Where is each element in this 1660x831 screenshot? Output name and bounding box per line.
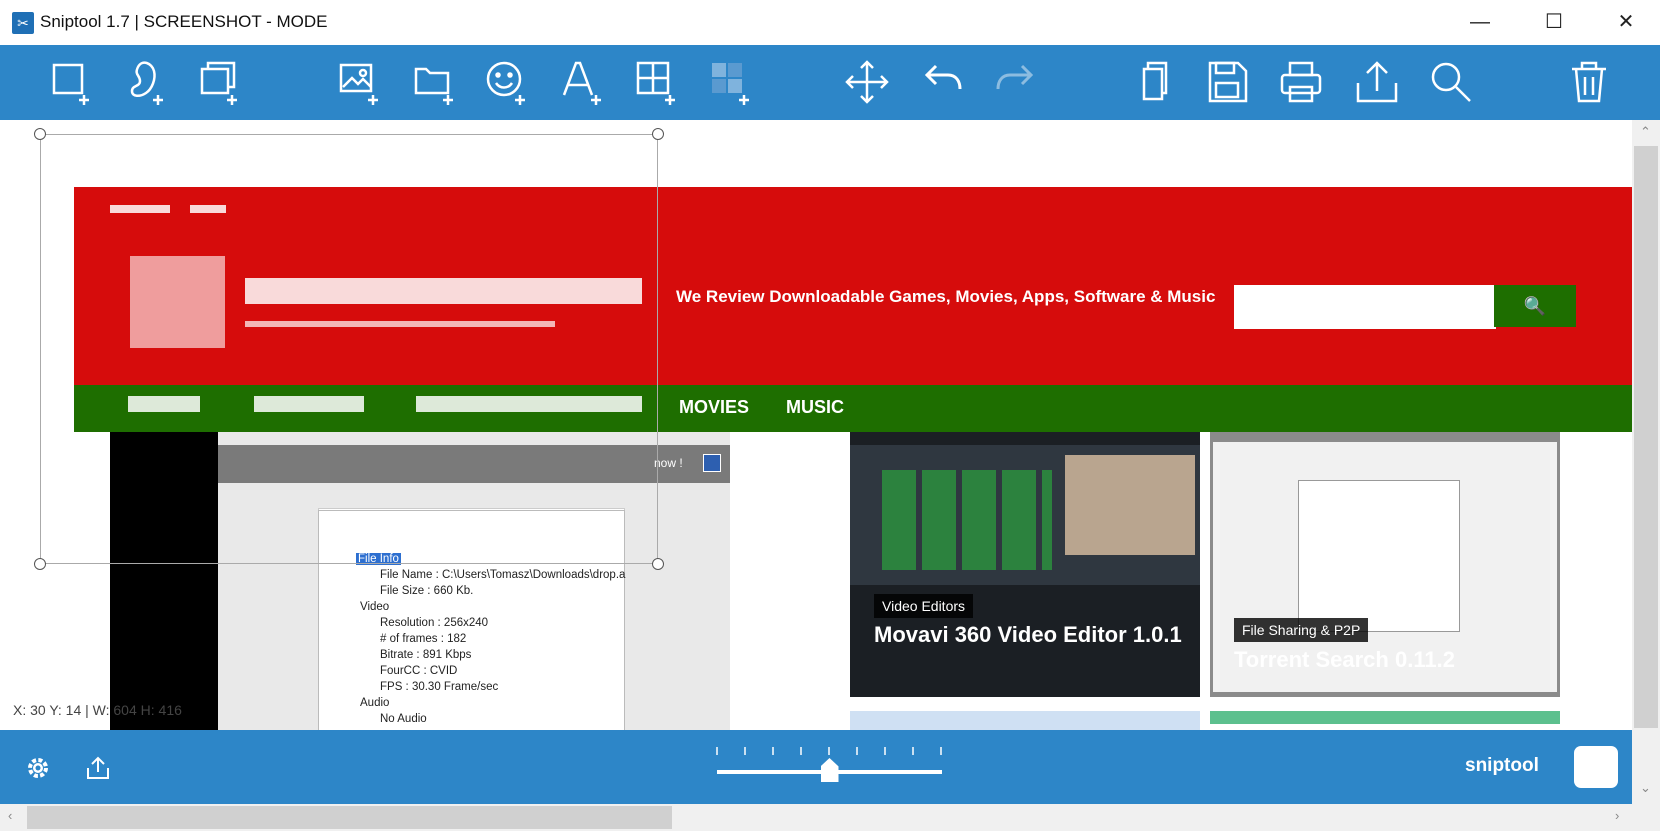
partial-card (1210, 711, 1560, 724)
tree-leaf: Bitrate : 891 Kbps (380, 649, 472, 661)
scroll-up-arrow[interactable]: ⌃ (1640, 124, 1651, 140)
zoom-icon[interactable] (1426, 57, 1476, 107)
resize-handle-bottom-left[interactable] (34, 558, 46, 570)
tree-leaf: File Size : 660 Kb. (380, 585, 474, 597)
category-badge[interactable]: Video Editors (874, 594, 974, 618)
card-thumbnail-video (1065, 455, 1195, 555)
scroll-down-arrow[interactable]: ⌄ (1640, 780, 1651, 796)
vertical-scroll-thumb[interactable] (1634, 146, 1658, 728)
maximize-button[interactable]: ☐ (1524, 0, 1584, 45)
print-icon[interactable] (1276, 57, 1326, 107)
emoji-icon[interactable] (484, 57, 534, 107)
move-icon[interactable] (842, 57, 892, 107)
minimize-button[interactable]: — (1450, 0, 1510, 45)
brand-logo: sniptool (1465, 755, 1539, 776)
copy-icon[interactable] (1128, 57, 1178, 107)
grid-icon[interactable] (632, 57, 682, 107)
resize-handle-top-right[interactable] (652, 128, 664, 140)
tree-leaf: # of frames : 182 (380, 633, 467, 645)
blur-icon[interactable] (706, 57, 756, 107)
add-folder-icon[interactable] (410, 57, 460, 107)
scroll-right-arrow[interactable]: › (1615, 808, 1619, 823)
site-search-input[interactable] (1234, 285, 1496, 329)
category-badge[interactable]: File Sharing & P2P (1234, 618, 1369, 642)
share-icon[interactable] (1352, 57, 1402, 107)
close-button[interactable]: ✕ (1596, 0, 1656, 45)
color-picker[interactable] (1574, 746, 1618, 788)
nav-music[interactable]: MUSIC (786, 397, 844, 418)
tree-leaf: No Audio (380, 713, 427, 725)
app-badge-icon (703, 454, 721, 472)
site-tagline: We Review Downloadable Games, Movies, Ap… (676, 287, 1216, 306)
window-select-icon[interactable] (196, 57, 246, 107)
card-title[interactable]: Torrent Search 0.11.2 (1234, 647, 1544, 672)
trash-icon[interactable] (1564, 57, 1614, 107)
scroll-left-arrow[interactable]: ‹ (8, 808, 12, 823)
tree-leaf: FPS : 30.30 Frame/sec (380, 681, 499, 693)
save-icon[interactable] (1202, 57, 1252, 107)
tree-leaf: File Name : C:\Users\Tomasz\Downloads\dr… (380, 569, 626, 581)
bottom-bar (0, 730, 1632, 804)
settings-icon[interactable] (24, 754, 52, 782)
scissors-icon: ✂ (12, 12, 34, 34)
card-title[interactable]: Movavi 360 Video Editor 1.0.1 (874, 622, 1184, 647)
resize-handle-top-left[interactable] (34, 128, 46, 140)
card-thumbnail-dialog (1298, 480, 1460, 632)
undo-icon[interactable] (918, 57, 968, 107)
tree-node: Video (360, 601, 390, 613)
zoom-ticks (715, 744, 945, 756)
toolbar (0, 45, 1660, 120)
freeform-select-icon[interactable] (122, 57, 172, 107)
add-text-icon[interactable] (558, 57, 608, 107)
tree-leaf: FourCC : CVID (380, 665, 458, 677)
tree-leaf: Resolution : 256x240 (380, 617, 489, 629)
card-thumbnail-tiles (882, 470, 1052, 570)
partial-card (850, 711, 1200, 730)
coordinates-readout: X: 30 Y: 14 | W: 604 H: 416 (13, 702, 182, 718)
export-icon[interactable] (84, 754, 112, 782)
tree-node: Audio (360, 697, 390, 709)
resize-handle-bottom-right[interactable] (652, 558, 664, 570)
nav-movies[interactable]: MOVIES (679, 397, 749, 418)
selection-rectangle[interactable] (40, 134, 658, 564)
add-image-icon[interactable] (335, 57, 385, 107)
rectangle-select-icon[interactable] (48, 57, 98, 107)
site-search-button[interactable]: 🔍 (1494, 285, 1576, 327)
redo-icon[interactable] (990, 57, 1040, 107)
embedded-window-text: now ! (654, 456, 683, 470)
window-title: Sniptool 1.7 | SCREENSHOT - MODE (40, 12, 328, 31)
horizontal-scroll-thumb[interactable] (27, 806, 672, 829)
